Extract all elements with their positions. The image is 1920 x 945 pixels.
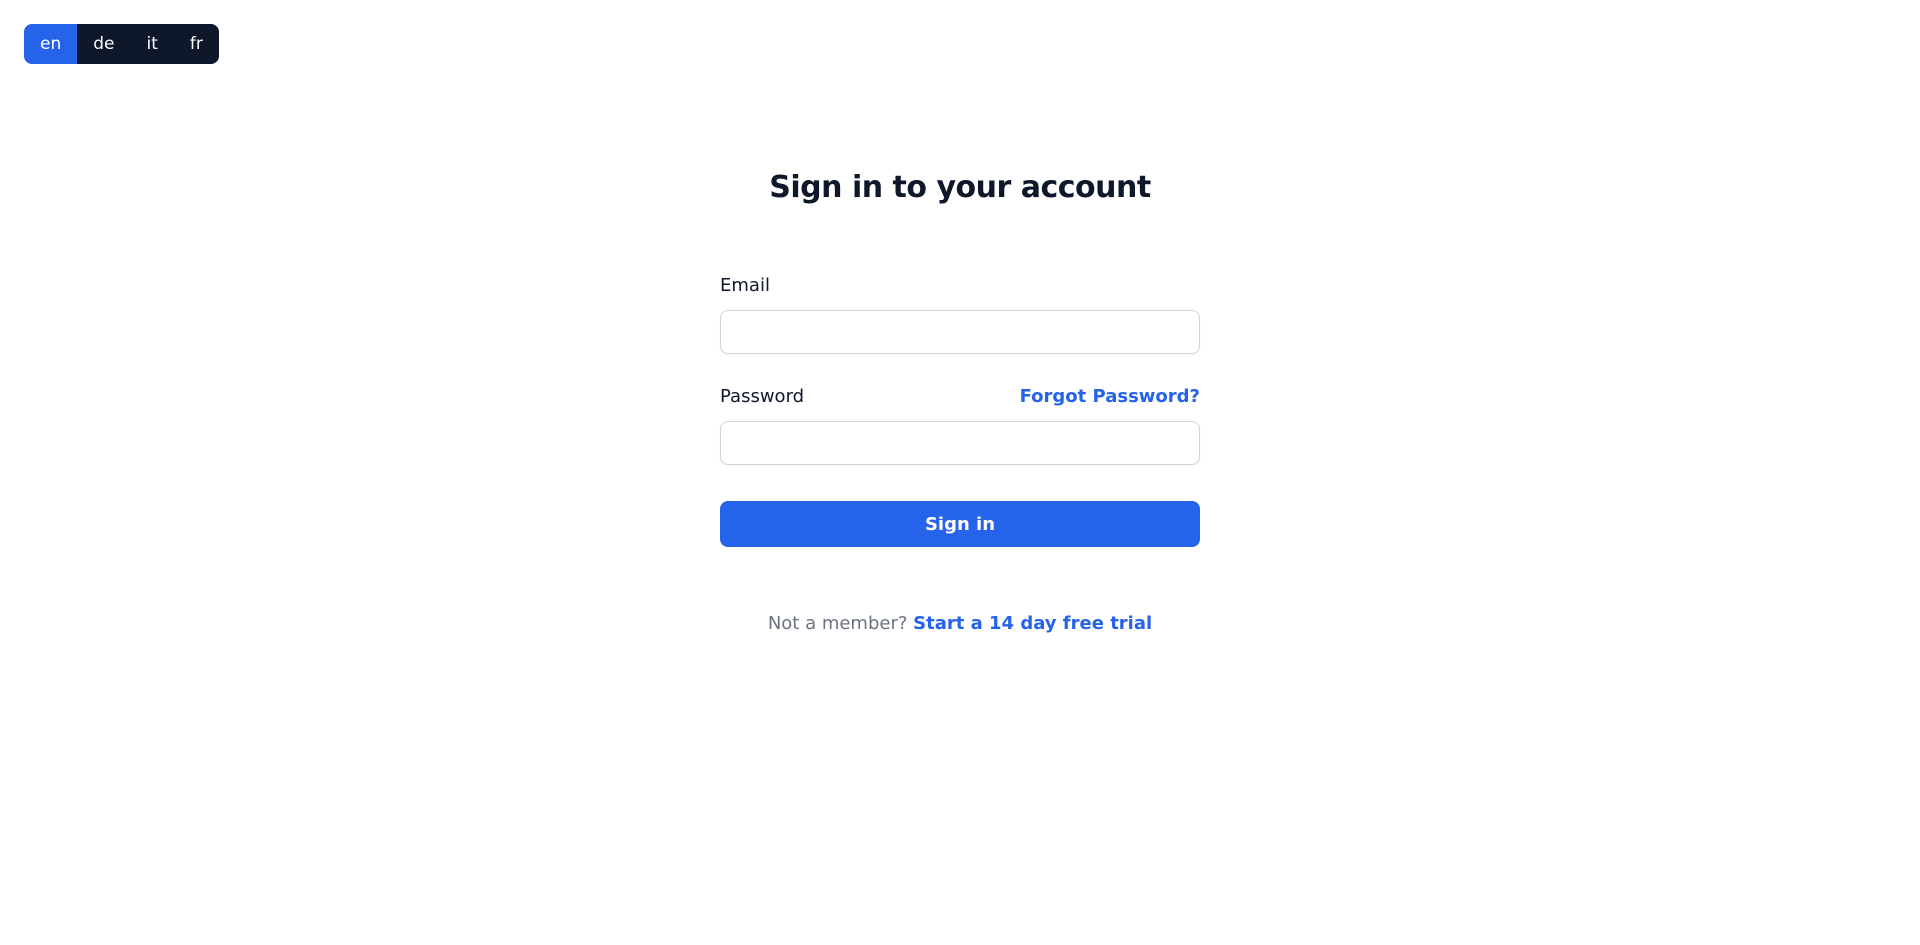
email-label: Email: [720, 275, 770, 296]
language-switcher: en de it fr: [24, 24, 219, 64]
not-member-text: Not a member?: [768, 613, 913, 634]
signin-form: Email Password Forgot Password? Sign in …: [720, 275, 1200, 634]
email-input[interactable]: [720, 310, 1200, 354]
lang-de-button[interactable]: de: [77, 24, 130, 64]
signin-container: Sign in to your account Email Password F…: [0, 0, 1920, 634]
lang-en-button[interactable]: en: [24, 24, 77, 64]
signup-prompt: Not a member? Start a 14 day free trial: [720, 613, 1200, 634]
start-trial-link[interactable]: Start a 14 day free trial: [913, 613, 1152, 634]
forgot-password-link[interactable]: Forgot Password?: [1020, 386, 1200, 407]
password-field-group: Password Forgot Password?: [720, 386, 1200, 465]
email-field-group: Email: [720, 275, 1200, 354]
password-input[interactable]: [720, 421, 1200, 465]
lang-it-button[interactable]: it: [130, 24, 173, 64]
signin-button[interactable]: Sign in: [720, 501, 1200, 547]
page-title: Sign in to your account: [769, 170, 1150, 205]
lang-fr-button[interactable]: fr: [174, 24, 219, 64]
password-label: Password: [720, 386, 804, 407]
